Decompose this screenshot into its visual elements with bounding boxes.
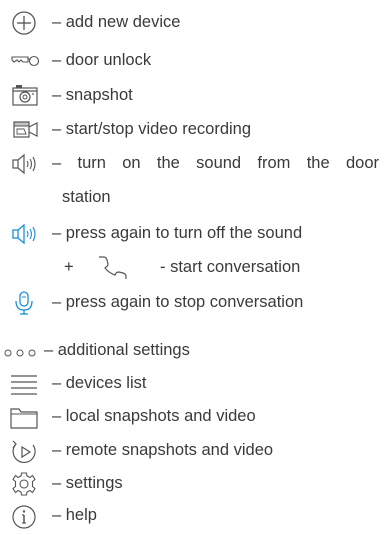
legend-row-start-conversation: + - start conversation [0,253,385,283]
phone-handset-icon [84,253,144,283]
legend-row-local-snapshots: – local snapshots and video [0,402,385,432]
legend-text: – start/stop video recording [52,120,252,138]
legend-text: – devices list [52,374,147,392]
plus-sign: + [64,258,74,276]
legend-row-sound-off: – press again to turn off the sound [0,219,385,249]
legend-text: - start conversation [160,258,301,276]
legend-row-sound-on: – turn on the sound from the door statio… [0,149,385,215]
legend-row-stop-conversation: – press again to stop conversation [0,288,385,318]
legend-row-help: – help [0,501,385,531]
legend-text: – add new device [52,13,181,31]
speaker-active-icon [0,219,44,249]
legend-row-devices-list: – devices list [0,369,385,399]
more-dots-icon [0,336,44,366]
legend-text: – turn on the sound from the door [52,154,379,172]
legend-row-additional-settings: – additional settings [0,336,385,366]
remote-playback-icon [0,436,44,466]
plus-circle-icon [0,8,44,38]
list-icon [0,369,44,399]
legend-text: – door unlock [52,51,152,69]
camera-icon [0,81,44,111]
legend-text: – snapshot [52,86,133,104]
legend-text: – settings [52,474,123,492]
legend-text-continued: station [62,188,111,206]
legend-row-snapshot: – snapshot [0,81,385,111]
legend-text: – remote snapshots and video [52,441,274,459]
gear-icon [0,469,44,499]
legend-text: – additional settings [44,341,190,359]
legend-row-video-recording: – start/stop video recording [0,115,385,145]
legend-row-door-unlock: – door unlock [0,46,385,76]
legend-text: – local snapshots and video [52,407,256,425]
folder-icon [0,402,44,432]
speaker-icon [0,149,44,179]
legend-text: – press again to turn off the sound [52,224,303,242]
legend-text: – press again to stop conversation [52,293,304,311]
video-record-icon [0,115,44,145]
legend-row-settings: – settings [0,469,385,499]
legend-row-remote-snapshots: – remote snapshots and video [0,436,385,466]
key-icon [0,46,44,76]
microphone-active-icon [0,288,44,318]
info-icon [0,501,44,531]
legend-text: – help [52,506,97,524]
legend-row-add-device: – add new device [0,8,385,38]
